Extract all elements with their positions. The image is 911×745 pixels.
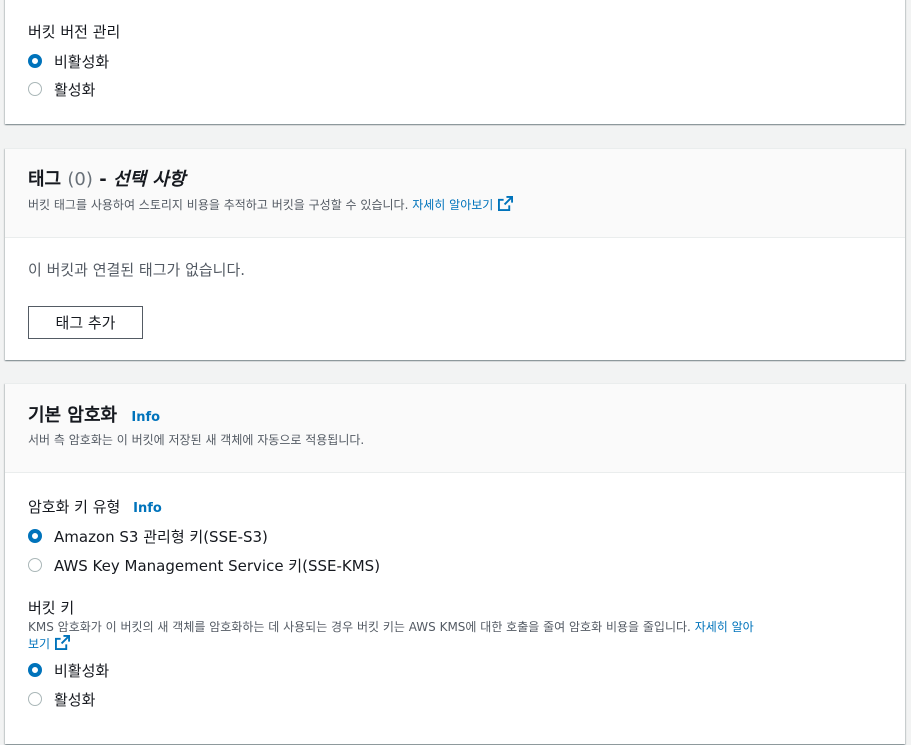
tags-title: 태그 (0) - 선택 사항 xyxy=(28,169,185,191)
radio-selected-icon[interactable] xyxy=(28,663,42,677)
tags-panel-body: 이 버킷과 연결된 태그가 없습니다. 태그 추가 xyxy=(5,238,905,360)
external-link-icon[interactable] xyxy=(498,196,514,211)
encryption-panel: 기본 암호화 Info 서버 측 암호화는 이 버킷에 저장된 새 객체에 자동… xyxy=(5,383,905,744)
bucket-key-option-enable-label: 활성화 xyxy=(54,690,96,709)
versioning-label: 버킷 버전 관리 xyxy=(28,23,121,41)
tags-separator: - xyxy=(99,169,107,190)
tags-learn-more-link[interactable]: 자세히 알아보기 xyxy=(412,198,493,212)
encryption-panel-header: 기본 암호화 Info 서버 측 암호화는 이 버킷에 저장된 새 객체에 자동… xyxy=(5,384,905,473)
bucket-key-option-enable[interactable]: 활성화 xyxy=(28,689,95,709)
versioning-option-disable[interactable]: 비활성화 xyxy=(28,51,109,71)
versioning-panel: 버킷 버전 관리 비활성화 활성화 xyxy=(5,0,905,124)
encryption-description: 서버 측 암호화는 이 버킷에 저장된 새 객체에 자동으로 적용됩니다. xyxy=(28,433,365,447)
encryption-title: 기본 암호화 Info xyxy=(28,405,160,429)
bucket-key-learn-more-part1: 자세히 알아 xyxy=(694,620,754,634)
key-type-option-sse-s3-label: Amazon S3 관리형 키(SSE-S3) xyxy=(54,527,268,546)
versioning-option-enable-label: 활성화 xyxy=(54,80,96,99)
tags-panel: 태그 (0) - 선택 사항 버킷 태그를 사용하여 스토리지 비용을 추적하고… xyxy=(5,148,905,360)
bucket-key-label: 버킷 키 xyxy=(28,599,75,617)
key-type-label: 암호화 키 유형 Info xyxy=(28,497,162,519)
tags-description: 버킷 태그를 사용하여 스토리지 비용을 추적하고 버킷을 구성할 수 있습니다… xyxy=(28,196,514,213)
radio-unselected-icon[interactable] xyxy=(28,82,42,96)
encryption-info-link[interactable]: Info xyxy=(131,410,160,425)
encryption-title-text: 기본 암호화 xyxy=(28,405,118,426)
encryption-panel-body: 암호화 키 유형 Info Amazon S3 관리형 키(SSE-S3) AW… xyxy=(5,473,905,745)
tags-empty-text: 이 버킷과 연결된 태그가 없습니다. xyxy=(28,261,246,279)
radio-selected-icon[interactable] xyxy=(28,54,42,68)
tags-count: (0) xyxy=(67,169,93,190)
key-type-info-link[interactable]: Info xyxy=(133,501,162,516)
external-link-icon[interactable] xyxy=(55,635,71,650)
bucket-key-description-text: KMS 암호화가 이 버킷의 새 객체를 암호화하는 데 사용되는 경우 버킷 … xyxy=(28,620,691,634)
tags-description-text: 버킷 태그를 사용하여 스토리지 비용을 추적하고 버킷을 구성할 수 있습니다… xyxy=(28,198,409,212)
bucket-key-option-disable[interactable]: 비활성화 xyxy=(28,660,109,680)
key-type-option-sse-kms-label: AWS Key Management Service 키(SSE-KMS) xyxy=(54,556,381,575)
bucket-key-learn-more-part2: 보기 xyxy=(28,637,51,651)
versioning-option-disable-label: 비활성화 xyxy=(54,52,110,71)
bucket-key-description: KMS 암호화가 이 버킷의 새 객체를 암호화하는 데 사용되는 경우 버킷 … xyxy=(28,619,888,652)
versioning-option-enable[interactable]: 활성화 xyxy=(28,79,95,99)
add-tag-button[interactable]: 태그 추가 xyxy=(28,306,143,339)
radio-selected-icon[interactable] xyxy=(28,529,42,543)
tags-title-text: 태그 xyxy=(28,169,62,190)
radio-unselected-icon[interactable] xyxy=(28,692,42,706)
tags-panel-header: 태그 (0) - 선택 사항 버킷 태그를 사용하여 스토리지 비용을 추적하고… xyxy=(5,149,905,238)
tags-optional: 선택 사항 xyxy=(112,169,186,190)
radio-unselected-icon[interactable] xyxy=(28,558,42,572)
key-type-option-sse-s3[interactable]: Amazon S3 관리형 키(SSE-S3) xyxy=(28,526,268,546)
bucket-key-option-disable-label: 비활성화 xyxy=(54,661,110,680)
key-type-label-text: 암호화 키 유형 xyxy=(28,498,121,516)
key-type-option-sse-kms[interactable]: AWS Key Management Service 키(SSE-KMS) xyxy=(28,555,380,575)
